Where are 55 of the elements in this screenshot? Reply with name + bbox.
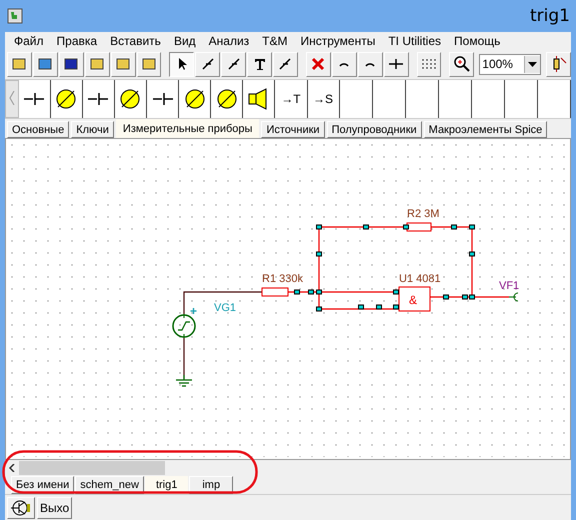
component-button[interactable]: →S bbox=[308, 80, 340, 118]
text-icon[interactable] bbox=[247, 52, 272, 76]
zoom-dropdown[interactable]: 100% bbox=[479, 54, 542, 74]
menu-item[interactable]: TI Utilities bbox=[382, 34, 448, 48]
window-title: trig1 bbox=[530, 6, 570, 26]
ground-icon[interactable] bbox=[175, 374, 193, 387]
and-gate-symbol[interactable]: & bbox=[398, 286, 430, 312]
component-label: R1 330k bbox=[262, 273, 303, 285]
category-tab[interactable]: Макроэлементы Spice bbox=[424, 121, 548, 138]
empty-slot[interactable] bbox=[406, 80, 439, 118]
menu-item[interactable]: Вид bbox=[168, 34, 203, 48]
category-tab[interactable]: Источники bbox=[261, 121, 325, 138]
signal-source-icon[interactable] bbox=[172, 314, 196, 338]
junction-icon[interactable] bbox=[384, 52, 409, 76]
plus-label: + bbox=[190, 304, 198, 318]
menu-item[interactable]: Инструменты bbox=[294, 34, 382, 48]
caret-icon bbox=[528, 62, 538, 66]
pointer-icon[interactable] bbox=[169, 52, 194, 76]
empty-slot[interactable] bbox=[538, 80, 572, 118]
wire-icon[interactable] bbox=[195, 52, 220, 76]
component-label: VF1 bbox=[499, 280, 520, 292]
category-tab[interactable]: Ключи bbox=[71, 121, 114, 138]
transistor-icon[interactable] bbox=[7, 497, 35, 519]
speaker-icon[interactable] bbox=[243, 80, 276, 118]
menu-item[interactable]: Анализ bbox=[202, 34, 256, 48]
capacitor-icon[interactable] bbox=[18, 80, 51, 118]
empty-slot[interactable] bbox=[504, 80, 538, 118]
menu-item[interactable]: Вставить bbox=[104, 34, 168, 48]
grid-icon[interactable] bbox=[416, 52, 442, 76]
component-button[interactable]: →T bbox=[275, 80, 308, 118]
menu-item[interactable]: T&M bbox=[256, 34, 295, 48]
resistor-symbol[interactable] bbox=[406, 222, 432, 232]
empty-slot[interactable] bbox=[438, 80, 472, 118]
empty-slot[interactable] bbox=[340, 80, 373, 118]
category-tab[interactable]: Основные bbox=[7, 121, 70, 138]
empty-slot[interactable] bbox=[472, 80, 505, 118]
menu-item[interactable]: Помощь bbox=[448, 34, 508, 48]
scrollbar-thumb[interactable] bbox=[19, 461, 165, 475]
wire[interactable] bbox=[183, 291, 262, 314]
component-icon[interactable] bbox=[546, 52, 571, 76]
delete-icon[interactable] bbox=[306, 52, 331, 76]
exit-button[interactable]: Выхо bbox=[37, 497, 72, 519]
category-tab[interactable]: Измерительные приборы bbox=[116, 119, 260, 138]
scroll-left-icon[interactable] bbox=[9, 464, 15, 472]
empty-slot[interactable] bbox=[372, 80, 406, 118]
component-label: U1 4081 bbox=[399, 273, 441, 285]
probe-icon[interactable] bbox=[508, 292, 518, 302]
menu-item[interactable]: Файл bbox=[8, 34, 51, 48]
component-label: VG1 bbox=[214, 302, 236, 314]
menu-item[interactable]: Правка bbox=[50, 34, 104, 48]
diagonal-icon[interactable] bbox=[273, 52, 298, 76]
component-label: R2 3M bbox=[407, 208, 440, 220]
app-icon bbox=[7, 8, 23, 24]
category-tab[interactable]: Полупроводники bbox=[326, 121, 422, 138]
zoom-icon[interactable] bbox=[449, 52, 474, 76]
